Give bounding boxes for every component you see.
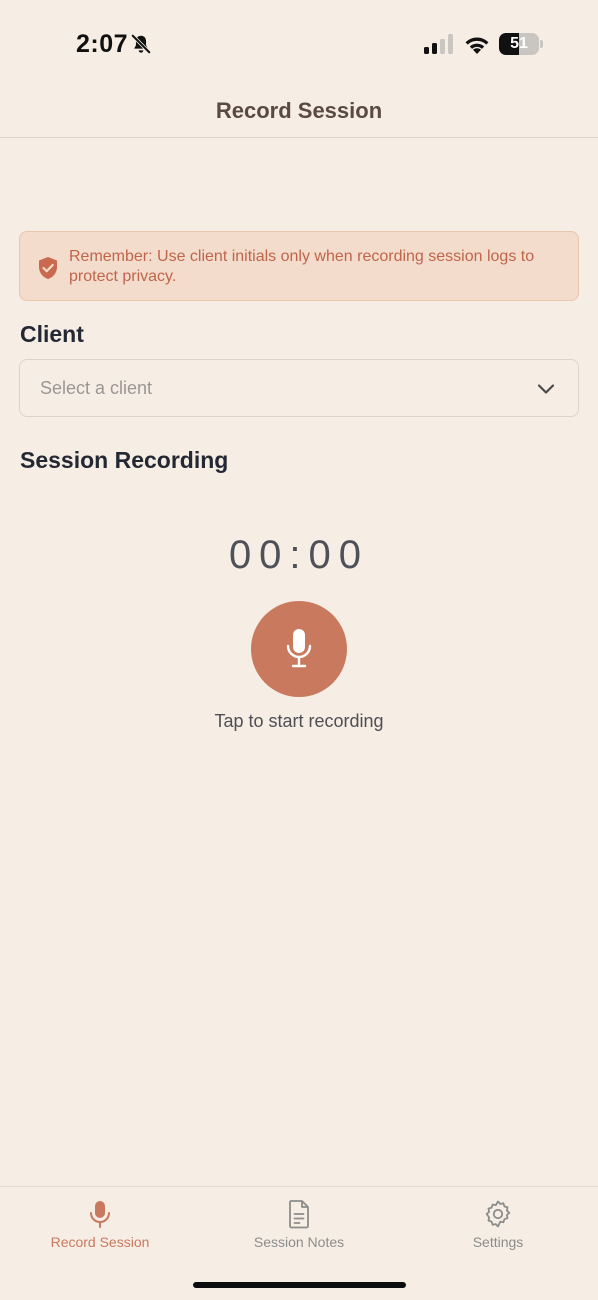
battery-cap (540, 40, 543, 48)
recording-timer: 00:00 (228, 533, 370, 577)
privacy-banner: Remember: Use client initials only when … (19, 231, 579, 301)
status-time: 2:07 (76, 30, 129, 58)
page-title: Record Session (215, 98, 383, 123)
privacy-banner-text: Remember: Use client initials only when … (69, 248, 535, 285)
client-select-placeholder: Select a client (40, 378, 153, 398)
microphone-icon (286, 629, 312, 668)
home-indicator (193, 1282, 406, 1288)
wifi-icon (465, 37, 489, 54)
tab-settings-label: Settings (472, 1234, 524, 1250)
session-recording-label: Session Recording (20, 447, 229, 473)
tab-session-notes-label: Session Notes (253, 1234, 345, 1250)
page-header: Record Session (0, 88, 598, 138)
client-select[interactable]: Select a client (19, 359, 579, 417)
screen: 2:07 51 Record Session Remember: Use cli… (0, 0, 598, 1300)
record-button[interactable] (251, 601, 347, 697)
recording-hint: Tap to start recording (214, 711, 384, 731)
chevron-down-icon (537, 384, 555, 394)
microphone-icon (90, 1201, 110, 1228)
cellular-signal-icon (424, 34, 453, 54)
battery-percentage: 51 (510, 35, 528, 52)
battery-body: 51 (499, 33, 539, 55)
tab-session-notes[interactable]: Session Notes (199, 1187, 399, 1267)
tab-record-session[interactable]: Record Session (0, 1187, 200, 1267)
client-label: Client (20, 321, 84, 347)
status-bar: 2:07 51 (0, 0, 598, 88)
document-icon (289, 1200, 309, 1229)
battery-indicator: 51 (499, 33, 543, 55)
bell-off-icon (131, 34, 151, 54)
tab-settings[interactable]: Settings (398, 1187, 598, 1267)
shield-check-icon (39, 257, 57, 279)
tab-record-session-label: Record Session (50, 1234, 150, 1250)
gear-icon (485, 1200, 511, 1228)
